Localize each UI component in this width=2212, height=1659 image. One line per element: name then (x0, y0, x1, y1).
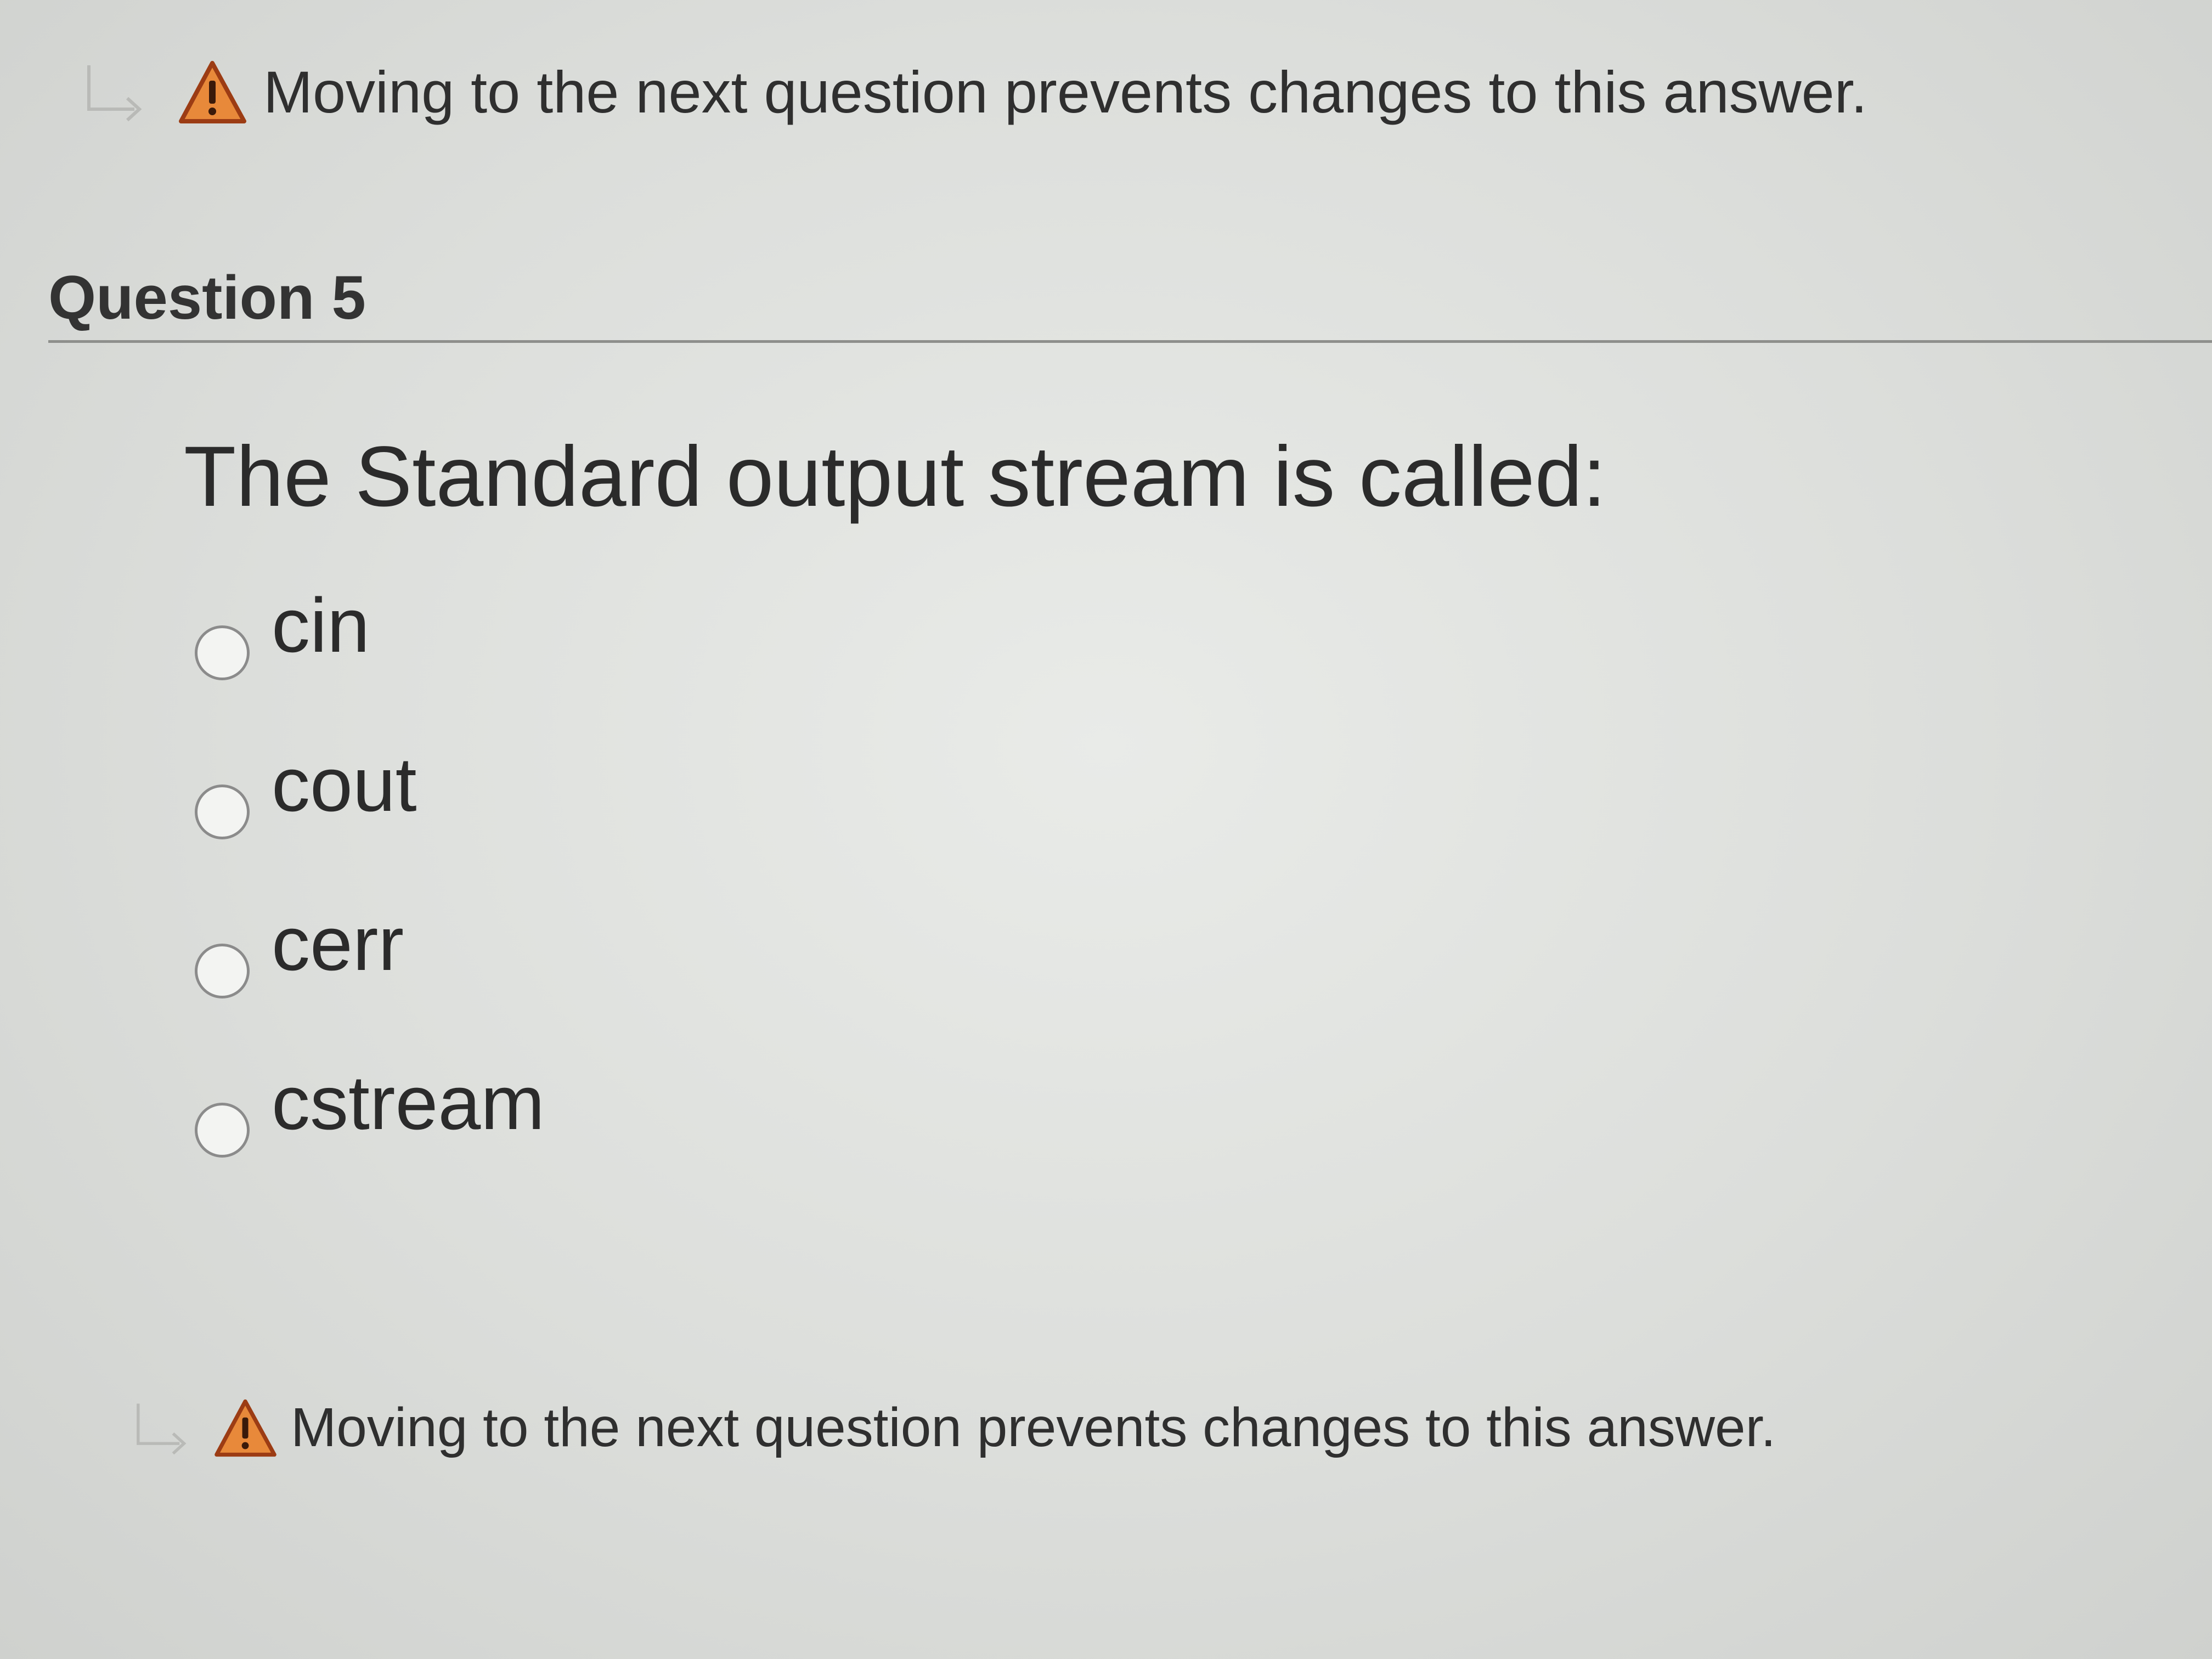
option-label[interactable]: cstream (272, 1064, 545, 1141)
return-arrow-icon (137, 1403, 187, 1454)
answer-options: cin cout cerr cstream (195, 576, 545, 1212)
navigation-warning-top: Moving to the next question prevents cha… (82, 58, 1867, 126)
warning-text: Moving to the next question prevents cha… (291, 1397, 1776, 1458)
question-title: Question 5 (48, 263, 366, 332)
option-cstream[interactable]: cstream (195, 1053, 545, 1212)
option-cerr[interactable]: cerr (195, 894, 545, 1053)
warning-icon (215, 1399, 276, 1457)
question-header: Question 5 (48, 258, 2212, 343)
return-arrow-icon (87, 65, 142, 121)
question-prompt: The Standard output stream is called: (184, 429, 1606, 524)
radio-button[interactable] (195, 625, 250, 680)
option-cin[interactable]: cin (195, 576, 545, 735)
radio-button[interactable] (195, 944, 250, 998)
option-cout[interactable]: cout (195, 735, 545, 894)
option-label[interactable]: cout (272, 746, 417, 823)
option-label[interactable]: cin (272, 587, 370, 664)
radio-button[interactable] (195, 785, 250, 839)
warning-text: Moving to the next question prevents cha… (263, 59, 1867, 125)
navigation-warning-bottom: Moving to the next question prevents cha… (132, 1396, 1776, 1459)
warning-icon (179, 60, 246, 123)
radio-button[interactable] (195, 1103, 250, 1158)
option-label[interactable]: cerr (272, 905, 404, 982)
